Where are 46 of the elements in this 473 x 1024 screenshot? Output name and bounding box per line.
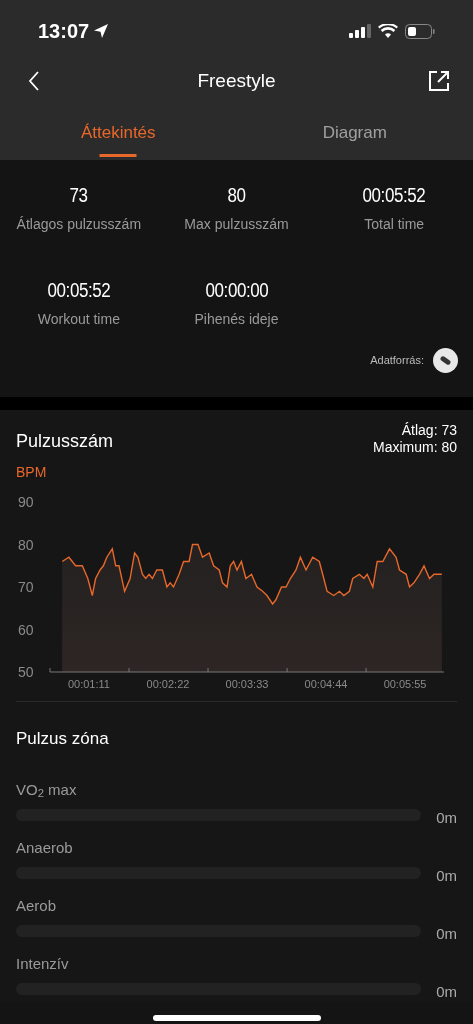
section-title: Pulzus zóna [16, 728, 110, 750]
page-title: Freestyle [197, 68, 276, 93]
unit-label: BPM [16, 463, 48, 482]
chevron-left-icon [27, 70, 41, 92]
stat-label: Total time [364, 215, 425, 234]
stat-value: 73 [69, 183, 88, 208]
tab-indicator [99, 154, 137, 157]
zone-label: Intenzív [16, 953, 70, 974]
stat-label: Átlagos pulzusszám [16, 215, 142, 234]
average-text: Átlag: 73 [401, 422, 457, 439]
x-tick-label: 00:02:22 [146, 678, 190, 690]
location-arrow-icon [93, 23, 110, 39]
status-time: 13:07 [38, 19, 90, 44]
stat-label: Max pulzusszám [184, 215, 289, 234]
zone-time: 0m [435, 923, 457, 944]
stat-value: 00:05:52 [362, 183, 426, 208]
share-icon [428, 70, 450, 92]
y-tick-label: 70 [18, 579, 34, 595]
stat-value: 00:00:00 [205, 278, 268, 303]
maximum-text: Maximum: 80 [372, 439, 457, 456]
zone-time: 0m [435, 865, 457, 886]
stat-label: Workout time [37, 310, 120, 329]
zone-label: VO$_{2}$ max [16, 779, 78, 800]
stat-label: Pihenés ideje [194, 310, 279, 329]
section-title: Pulzusszám [16, 430, 114, 453]
zone-label: Aerob [16, 895, 58, 916]
zone-time: 0m [435, 807, 457, 828]
signal-icon [349, 24, 371, 38]
data-source-label: Adatforrás: [370, 353, 424, 369]
tab[interactable]: Áttekintés [0, 104, 237, 160]
x-tick-label: 00:01:11 [67, 678, 110, 690]
y-tick-label: 90 [18, 494, 34, 510]
watch-button[interactable] [433, 348, 458, 373]
y-tick-label: 50 [18, 664, 34, 680]
x-tick-label: 00:03:33 [225, 678, 269, 690]
wifi-icon [378, 24, 398, 38]
battery-icon [405, 23, 435, 39]
stat-value: 80 [227, 183, 246, 208]
x-tick-label: 00:05:55 [383, 678, 427, 690]
x-tick-label: 00:04:44 [304, 678, 348, 690]
tab[interactable]: Diagram [236, 104, 473, 160]
stat-value: 00:05:52 [47, 278, 111, 303]
zone-label: Anaerob [16, 837, 74, 858]
zone-time: 0m [435, 981, 457, 1002]
y-tick-label: 80 [18, 536, 34, 553]
y-tick-label: 60 [18, 621, 34, 638]
